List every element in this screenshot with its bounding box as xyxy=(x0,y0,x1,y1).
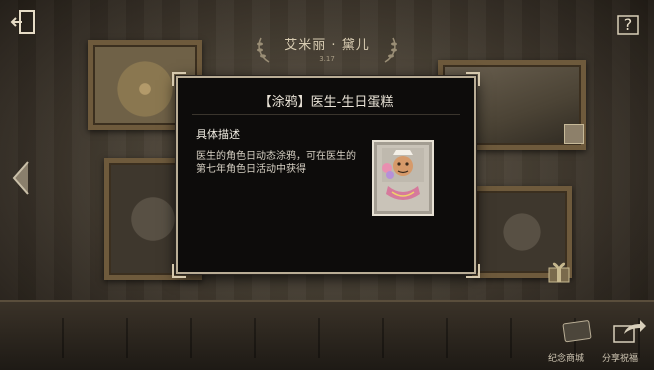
gift-box-icon xyxy=(548,262,570,283)
left-arrow-icon xyxy=(12,161,29,195)
item-preview xyxy=(372,140,434,216)
share-arrow-icon xyxy=(613,320,646,343)
dialog-divider xyxy=(192,114,460,115)
dialog-corner xyxy=(466,72,480,86)
gift-button[interactable] xyxy=(546,258,572,284)
painting-badge xyxy=(564,124,584,144)
dialog-corner xyxy=(172,264,186,278)
exit-door-icon xyxy=(10,10,35,34)
ticket-icon xyxy=(562,320,592,343)
previous-button[interactable] xyxy=(8,158,34,198)
description-heading: 具体描述 xyxy=(196,128,240,141)
help-button[interactable]: ? xyxy=(612,8,644,40)
item-detail-dialog: 【涂鸦】医生-生日蛋糕 具体描述 医生的角色日动态涂鸦，可在医生的第七年角色日活… xyxy=(172,72,480,278)
dialog-corner xyxy=(172,72,186,86)
monkey-cake-graffiti-icon xyxy=(382,148,424,200)
share-button[interactable] xyxy=(610,316,650,346)
dialog-corner xyxy=(466,264,480,278)
laurel-right-icon xyxy=(384,37,397,63)
help-question-icon: ? xyxy=(617,15,639,35)
laurel-left-icon xyxy=(257,37,270,63)
share-label[interactable]: 分享祝福 xyxy=(602,351,638,364)
description-text: 医生的角色日动态涂鸦，可在医生的第七年角色日活动中获得 xyxy=(196,151,356,175)
exit-button[interactable] xyxy=(8,8,40,38)
character-title: 艾米丽 · 黛儿 3.17 xyxy=(245,32,409,72)
svg-text:?: ? xyxy=(624,15,633,34)
souvenir-shop-button[interactable] xyxy=(558,316,598,346)
dialog-title: 【涂鸦】医生-生日蛋糕 xyxy=(258,95,394,110)
souvenir-shop-label[interactable]: 纪念商城 xyxy=(548,351,584,364)
